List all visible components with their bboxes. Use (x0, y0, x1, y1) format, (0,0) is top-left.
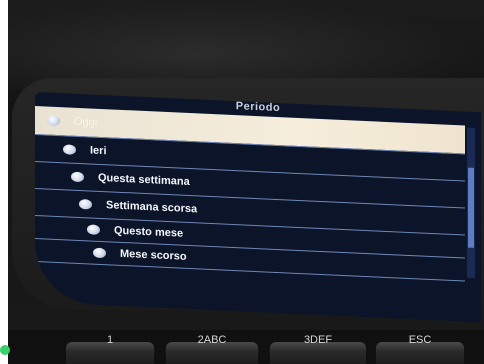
radio-dot-icon (71, 171, 84, 183)
key-label: 3DEF (303, 334, 333, 346)
radio-dot-icon (87, 224, 100, 235)
menu-item-label: Oggi (74, 115, 98, 129)
menu-item-label: Settimana scorsa (106, 199, 198, 216)
scrollbar-thumb[interactable] (468, 167, 474, 248)
key-label: ESC (408, 334, 432, 346)
key-1[interactable]: 1 (66, 334, 154, 364)
period-menu: Oggi Ieri Questa settimana Settimana sco… (35, 106, 465, 282)
menu-item-label: Mese scorso (120, 247, 187, 263)
radio-dot-icon (63, 144, 76, 155)
menu-item-label: Questa settimana (98, 171, 190, 189)
menu-item-label: Questo mese (114, 224, 184, 240)
menu-scrollbar[interactable] (467, 127, 475, 278)
radio-dot-icon (47, 115, 60, 127)
camera-glare (8, 0, 484, 90)
status-led (0, 345, 10, 355)
key-label: 1 (106, 334, 114, 346)
key-label: 2ABC (197, 334, 227, 346)
menu-item-label: Ieri (90, 144, 107, 158)
device-photo: Periodo Oggi Ieri Questa settimana Setti… (8, 0, 484, 364)
key-esc[interactable]: ESC (376, 334, 464, 364)
device-screen: Periodo Oggi Ieri Questa settimana Setti… (35, 92, 481, 323)
keypad: 1 2ABC 3DEF ESC (8, 330, 484, 364)
radio-dot-icon (93, 247, 106, 259)
radio-dot-icon (79, 198, 92, 210)
key-2[interactable]: 2ABC (166, 334, 258, 364)
key-3[interactable]: 3DEF (270, 334, 366, 364)
